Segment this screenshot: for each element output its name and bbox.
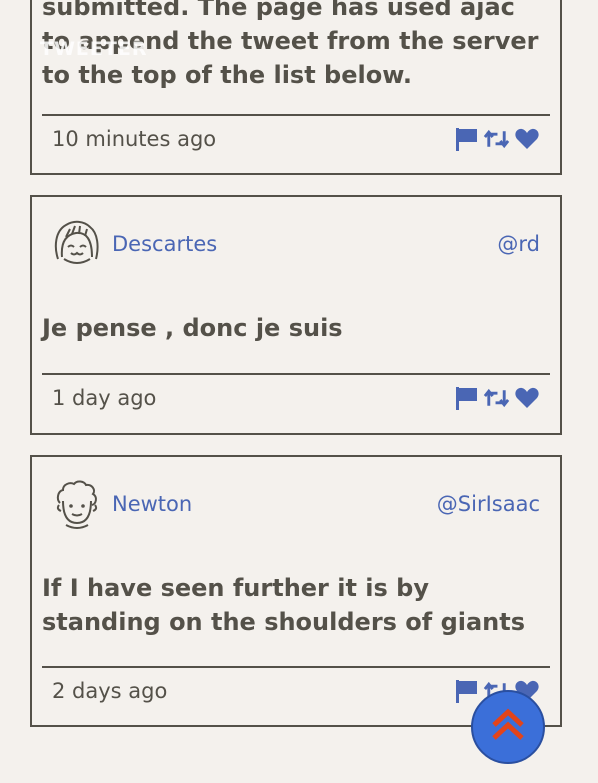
user-handle[interactable]: @rd	[497, 232, 540, 256]
heart-icon[interactable]	[513, 385, 540, 412]
user-handle[interactable]: @SirIsaac	[437, 492, 540, 516]
user-display-name[interactable]: Newton	[112, 492, 192, 516]
user-display-name[interactable]: Descartes	[112, 232, 217, 256]
heart-icon[interactable]	[513, 126, 540, 153]
tweet-timestamp: 1 day ago	[52, 386, 157, 410]
retweet-icon[interactable]	[483, 126, 510, 153]
avatar	[52, 219, 102, 271]
tweet-actions	[453, 383, 540, 413]
double-chevron-up-icon	[488, 705, 528, 749]
tweet-card: Descartes @rd Je pense , donc je suis 1 …	[30, 195, 562, 435]
overlay-text: TWEETER	[40, 38, 148, 60]
tweet-card: Newton @SirIsaac If I have seen further …	[30, 455, 562, 727]
flag-icon[interactable]	[453, 126, 480, 153]
tweet-text: If I have seen further it is by standing…	[42, 574, 526, 636]
scroll-to-top-button[interactable]	[471, 690, 545, 764]
tweet-text: Je pense , donc je suis	[42, 314, 343, 342]
retweet-icon[interactable]	[483, 385, 510, 412]
avatar	[52, 479, 102, 531]
tweet-timestamp: 2 days ago	[52, 679, 168, 703]
tweet-footer: 1 day ago	[42, 373, 550, 425]
tweet-header: Descartes @rd	[42, 217, 540, 273]
tweet-timestamp: 10 minutes ago	[52, 127, 217, 151]
tweet-card: submitted. The page has used ajac to app…	[30, 0, 562, 175]
tweet-actions	[453, 124, 540, 154]
flag-icon[interactable]	[453, 678, 480, 705]
tweet-header: Newton @SirIsaac	[42, 477, 540, 533]
flag-icon[interactable]	[453, 385, 480, 412]
tweet-footer: 10 minutes ago	[42, 114, 550, 166]
tweet-feed: submitted. The page has used ajac to app…	[0, 0, 598, 783]
